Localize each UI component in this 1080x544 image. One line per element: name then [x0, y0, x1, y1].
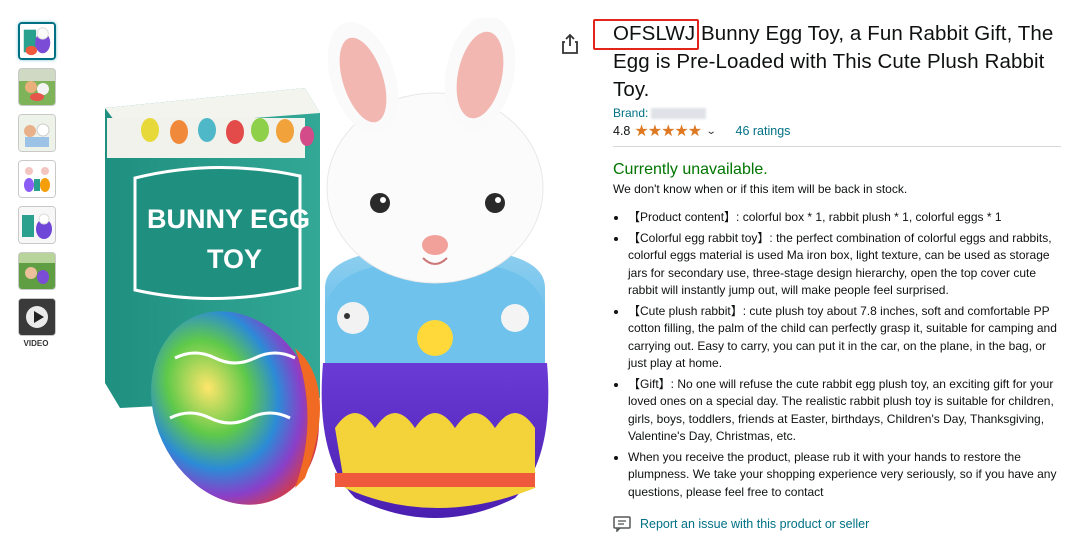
brand-label: Brand:	[613, 106, 649, 120]
box-title-line2: TOY	[207, 244, 262, 274]
highlight-box	[593, 19, 699, 50]
thumbnail-1[interactable]	[18, 22, 56, 60]
report-message-icon	[613, 516, 631, 532]
availability-status: Currently unavailable.	[613, 161, 768, 178]
availability-note: We don't know when or if this item will …	[613, 182, 908, 196]
divider	[613, 146, 1061, 147]
report-issue-text: Report an issue with this product or sel…	[640, 517, 870, 531]
box-title-line1: BUNNY EGG	[147, 204, 310, 234]
product-details: OFSLWJ Bunny Egg Toy, a Fun Rabbit Gift,…	[593, 19, 1063, 532]
star-rating-icon[interactable]: ★★★★★	[634, 121, 702, 141]
ratings-count-link[interactable]: 46 ratings	[736, 124, 791, 138]
feature-bullet: 【Colorful egg rabbit toy】: the perfect c…	[628, 230, 1063, 300]
feature-bullets: 【Product content】: colorful box * 1, rab…	[613, 209, 1063, 501]
share-icon[interactable]	[560, 33, 580, 55]
thumbnail-strip: VIDEO	[18, 22, 58, 348]
thumbnail-4[interactable]	[18, 160, 56, 198]
feature-bullet: When you receive the product, please rub…	[628, 449, 1063, 502]
product-illustration: BUNNY EGG TOY	[105, 15, 549, 518]
rating-value: 4.8	[613, 124, 631, 138]
feature-bullet: 【Cute plush rabbit】: cute plush toy abou…	[628, 303, 1063, 373]
thumbnail-video[interactable]	[18, 298, 56, 336]
feature-bullet: 【Gift】: No one will refuse the cute rabb…	[628, 376, 1063, 446]
product-title: OFSLWJ Bunny Egg Toy, a Fun Rabbit Gift,…	[593, 19, 1063, 104]
thumbnail-3[interactable]	[18, 114, 56, 152]
brand-line[interactable]: Brand:	[613, 106, 1063, 122]
main-product-image[interactable]: BUNNY EGG TOY	[95, 15, 565, 538]
thumbnail-5[interactable]	[18, 206, 56, 244]
brand-value-blurred[interactable]	[651, 108, 707, 120]
rating-row: 4.8 ★★★★★ ⌄ 46 ratings	[613, 122, 1063, 140]
thumbnail-2[interactable]	[18, 68, 56, 106]
brand-highlight: OFSLWJ	[593, 19, 699, 50]
report-issue-link[interactable]: Report an issue with this product or sel…	[613, 516, 1063, 532]
video-label: VIDEO	[23, 339, 49, 348]
chevron-down-icon[interactable]: ⌄	[706, 126, 717, 137]
feature-bullet: 【Product content】: colorful box * 1, rab…	[628, 209, 1063, 227]
thumbnail-6[interactable]	[18, 252, 56, 290]
